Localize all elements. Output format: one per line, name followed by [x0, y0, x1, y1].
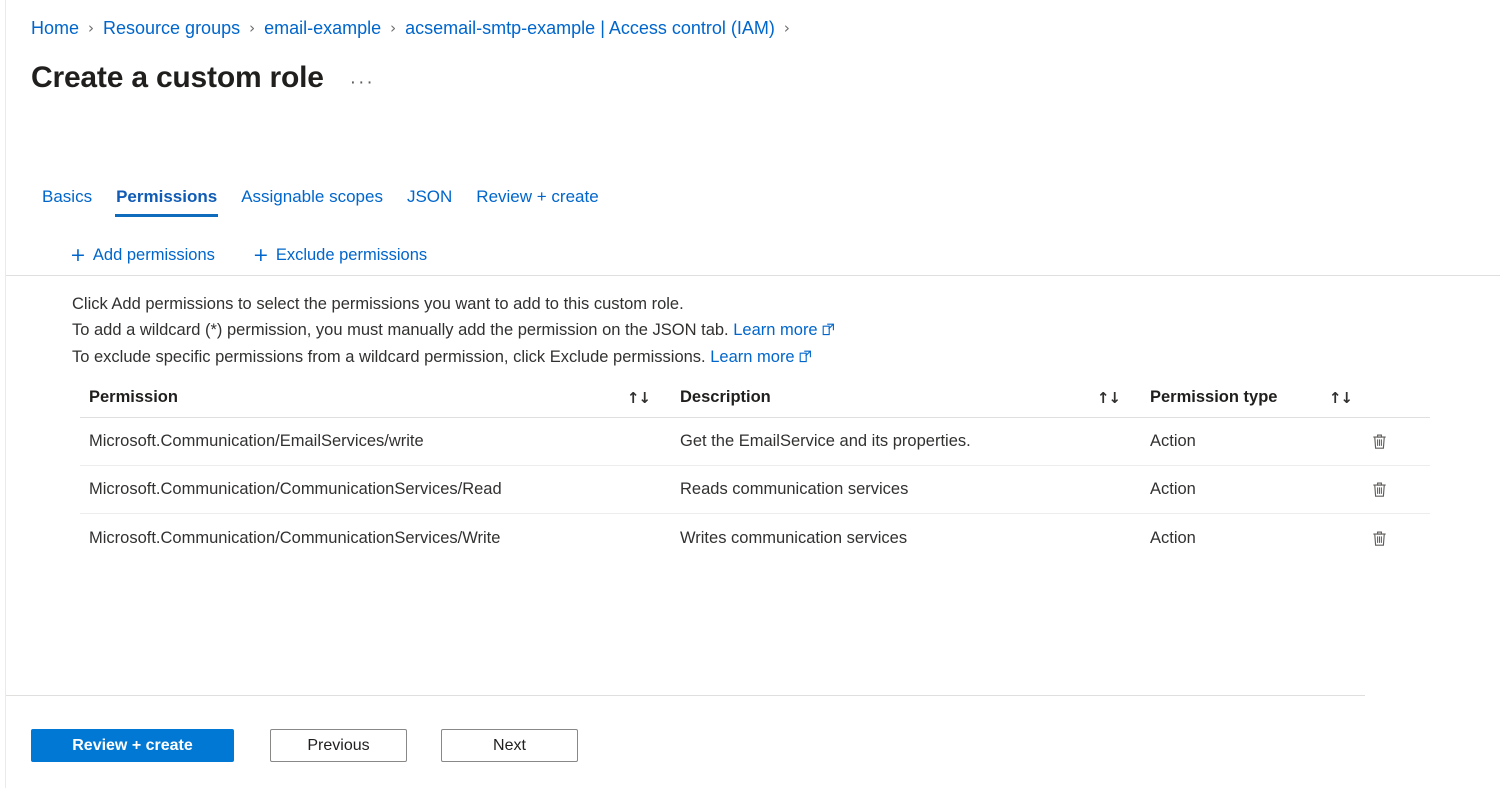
permissions-table: Permission ↑↓ Description ↑↓ Permission … — [80, 378, 1430, 562]
table-row: Microsoft.Communication/CommunicationSer… — [80, 466, 1430, 514]
breadcrumb-separator-icon: › — [783, 19, 790, 37]
plus-icon: + — [252, 244, 269, 266]
table-row: Microsoft.Communication/EmailServices/wr… — [80, 418, 1430, 466]
instructions-line-3: To exclude specific permissions from a w… — [72, 344, 835, 371]
exclude-permissions-button[interactable]: + Exclude permissions — [245, 243, 437, 268]
command-bar-divider — [6, 275, 1500, 276]
tab-permissions[interactable]: Permissions — [104, 186, 229, 217]
cell-description: Get the EmailService and its properties. — [680, 432, 971, 450]
instructions-line-1: Click Add permissions to select the perm… — [72, 295, 684, 313]
delete-row-button[interactable] — [1362, 426, 1396, 458]
instructions-line-3-text: To exclude specific permissions from a w… — [72, 348, 706, 366]
instructions-line-2-text: To add a wildcard (*) permission, you mu… — [72, 321, 729, 339]
exclude-permissions-label: Exclude permissions — [275, 245, 428, 264]
column-header-permission-type-label: Permission type — [1150, 388, 1278, 406]
sort-icon[interactable]: ↑↓ — [1097, 389, 1121, 407]
wizard-footer: Review + create Previous Next — [31, 729, 578, 762]
sort-icon[interactable]: ↑↓ — [627, 389, 651, 407]
breadcrumb-item-resource-groups[interactable]: Resource groups — [103, 15, 240, 41]
learn-more-link-exclude[interactable]: Learn more — [710, 348, 811, 366]
table-header-row: Permission ↑↓ Description ↑↓ Permission … — [80, 378, 1430, 418]
tab-assignable-scopes[interactable]: Assignable scopes — [229, 186, 395, 217]
trash-icon — [1372, 434, 1386, 449]
breadcrumb-item-email-example[interactable]: email-example — [264, 15, 381, 41]
sort-icon[interactable]: ↑↓ — [1329, 389, 1353, 407]
wizard-tabs: Basics Permissions Assignable scopes JSO… — [31, 181, 611, 217]
delete-row-button[interactable] — [1362, 474, 1396, 506]
delete-row-button[interactable] — [1362, 522, 1396, 554]
review-create-button[interactable]: Review + create — [31, 729, 234, 762]
plus-icon: + — [70, 244, 86, 266]
instructions-line-2: To add a wildcard (*) permission, you mu… — [72, 317, 835, 344]
cell-permission: Microsoft.Communication/CommunicationSer… — [89, 480, 502, 498]
cell-description: Reads communication services — [680, 480, 909, 498]
azure-portal-blade: Home › Resource groups › email-example ›… — [0, 0, 1502, 788]
learn-more-link-wildcard[interactable]: Learn more — [733, 321, 834, 339]
breadcrumb-separator-icon: › — [390, 19, 397, 37]
tab-json[interactable]: JSON — [395, 186, 464, 217]
add-permissions-button[interactable]: + Add permissions — [62, 243, 225, 268]
column-header-permission-label: Permission — [89, 388, 178, 406]
breadcrumb-separator-icon: › — [88, 19, 95, 37]
breadcrumb: Home › Resource groups › email-example ›… — [31, 14, 799, 42]
column-header-description: Description ↑↓ — [680, 388, 1150, 407]
breadcrumb-separator-icon: › — [249, 19, 256, 37]
breadcrumb-item-home[interactable]: Home — [31, 15, 79, 41]
previous-button[interactable]: Previous — [270, 729, 407, 762]
cell-permission: Microsoft.Communication/EmailServices/wr… — [89, 432, 424, 450]
next-button[interactable]: Next — [441, 729, 578, 762]
instructions-block: Click Add permissions to select the perm… — [72, 291, 835, 371]
cell-description: Writes communication services — [680, 528, 908, 547]
table-row: Microsoft.Communication/CommunicationSer… — [80, 514, 1430, 562]
cell-permission: Microsoft.Communication/CommunicationSer… — [89, 528, 501, 547]
cell-permission-type: Action — [1150, 432, 1196, 450]
external-link-icon — [799, 345, 812, 371]
cell-actions — [1360, 474, 1421, 506]
page-title-row: Create a custom role ··· — [31, 58, 375, 98]
tab-review-create[interactable]: Review + create — [464, 186, 610, 217]
page-title: Create a custom role — [31, 61, 324, 94]
column-header-permission-type: Permission type ↑↓ — [1150, 388, 1360, 407]
cell-permission-type: Action — [1150, 480, 1196, 498]
external-link-icon — [822, 318, 835, 344]
cell-actions — [1360, 426, 1421, 458]
add-permissions-label: Add permissions — [92, 245, 215, 264]
cell-permission-type: Action — [1150, 528, 1196, 547]
more-options-icon[interactable]: ··· — [350, 64, 375, 92]
footer-divider — [6, 695, 1365, 696]
command-bar: + Add permissions + Exclude permissions — [62, 239, 457, 271]
column-header-permission: Permission ↑↓ — [80, 388, 680, 407]
tab-basics[interactable]: Basics — [31, 186, 104, 217]
column-header-description-label: Description — [680, 388, 771, 406]
trash-icon — [1372, 482, 1386, 497]
cell-actions — [1360, 522, 1421, 554]
trash-icon — [1372, 530, 1386, 546]
breadcrumb-item-access-control[interactable]: acsemail-smtp-example | Access control (… — [405, 15, 775, 41]
blade-left-edge — [5, 0, 6, 788]
